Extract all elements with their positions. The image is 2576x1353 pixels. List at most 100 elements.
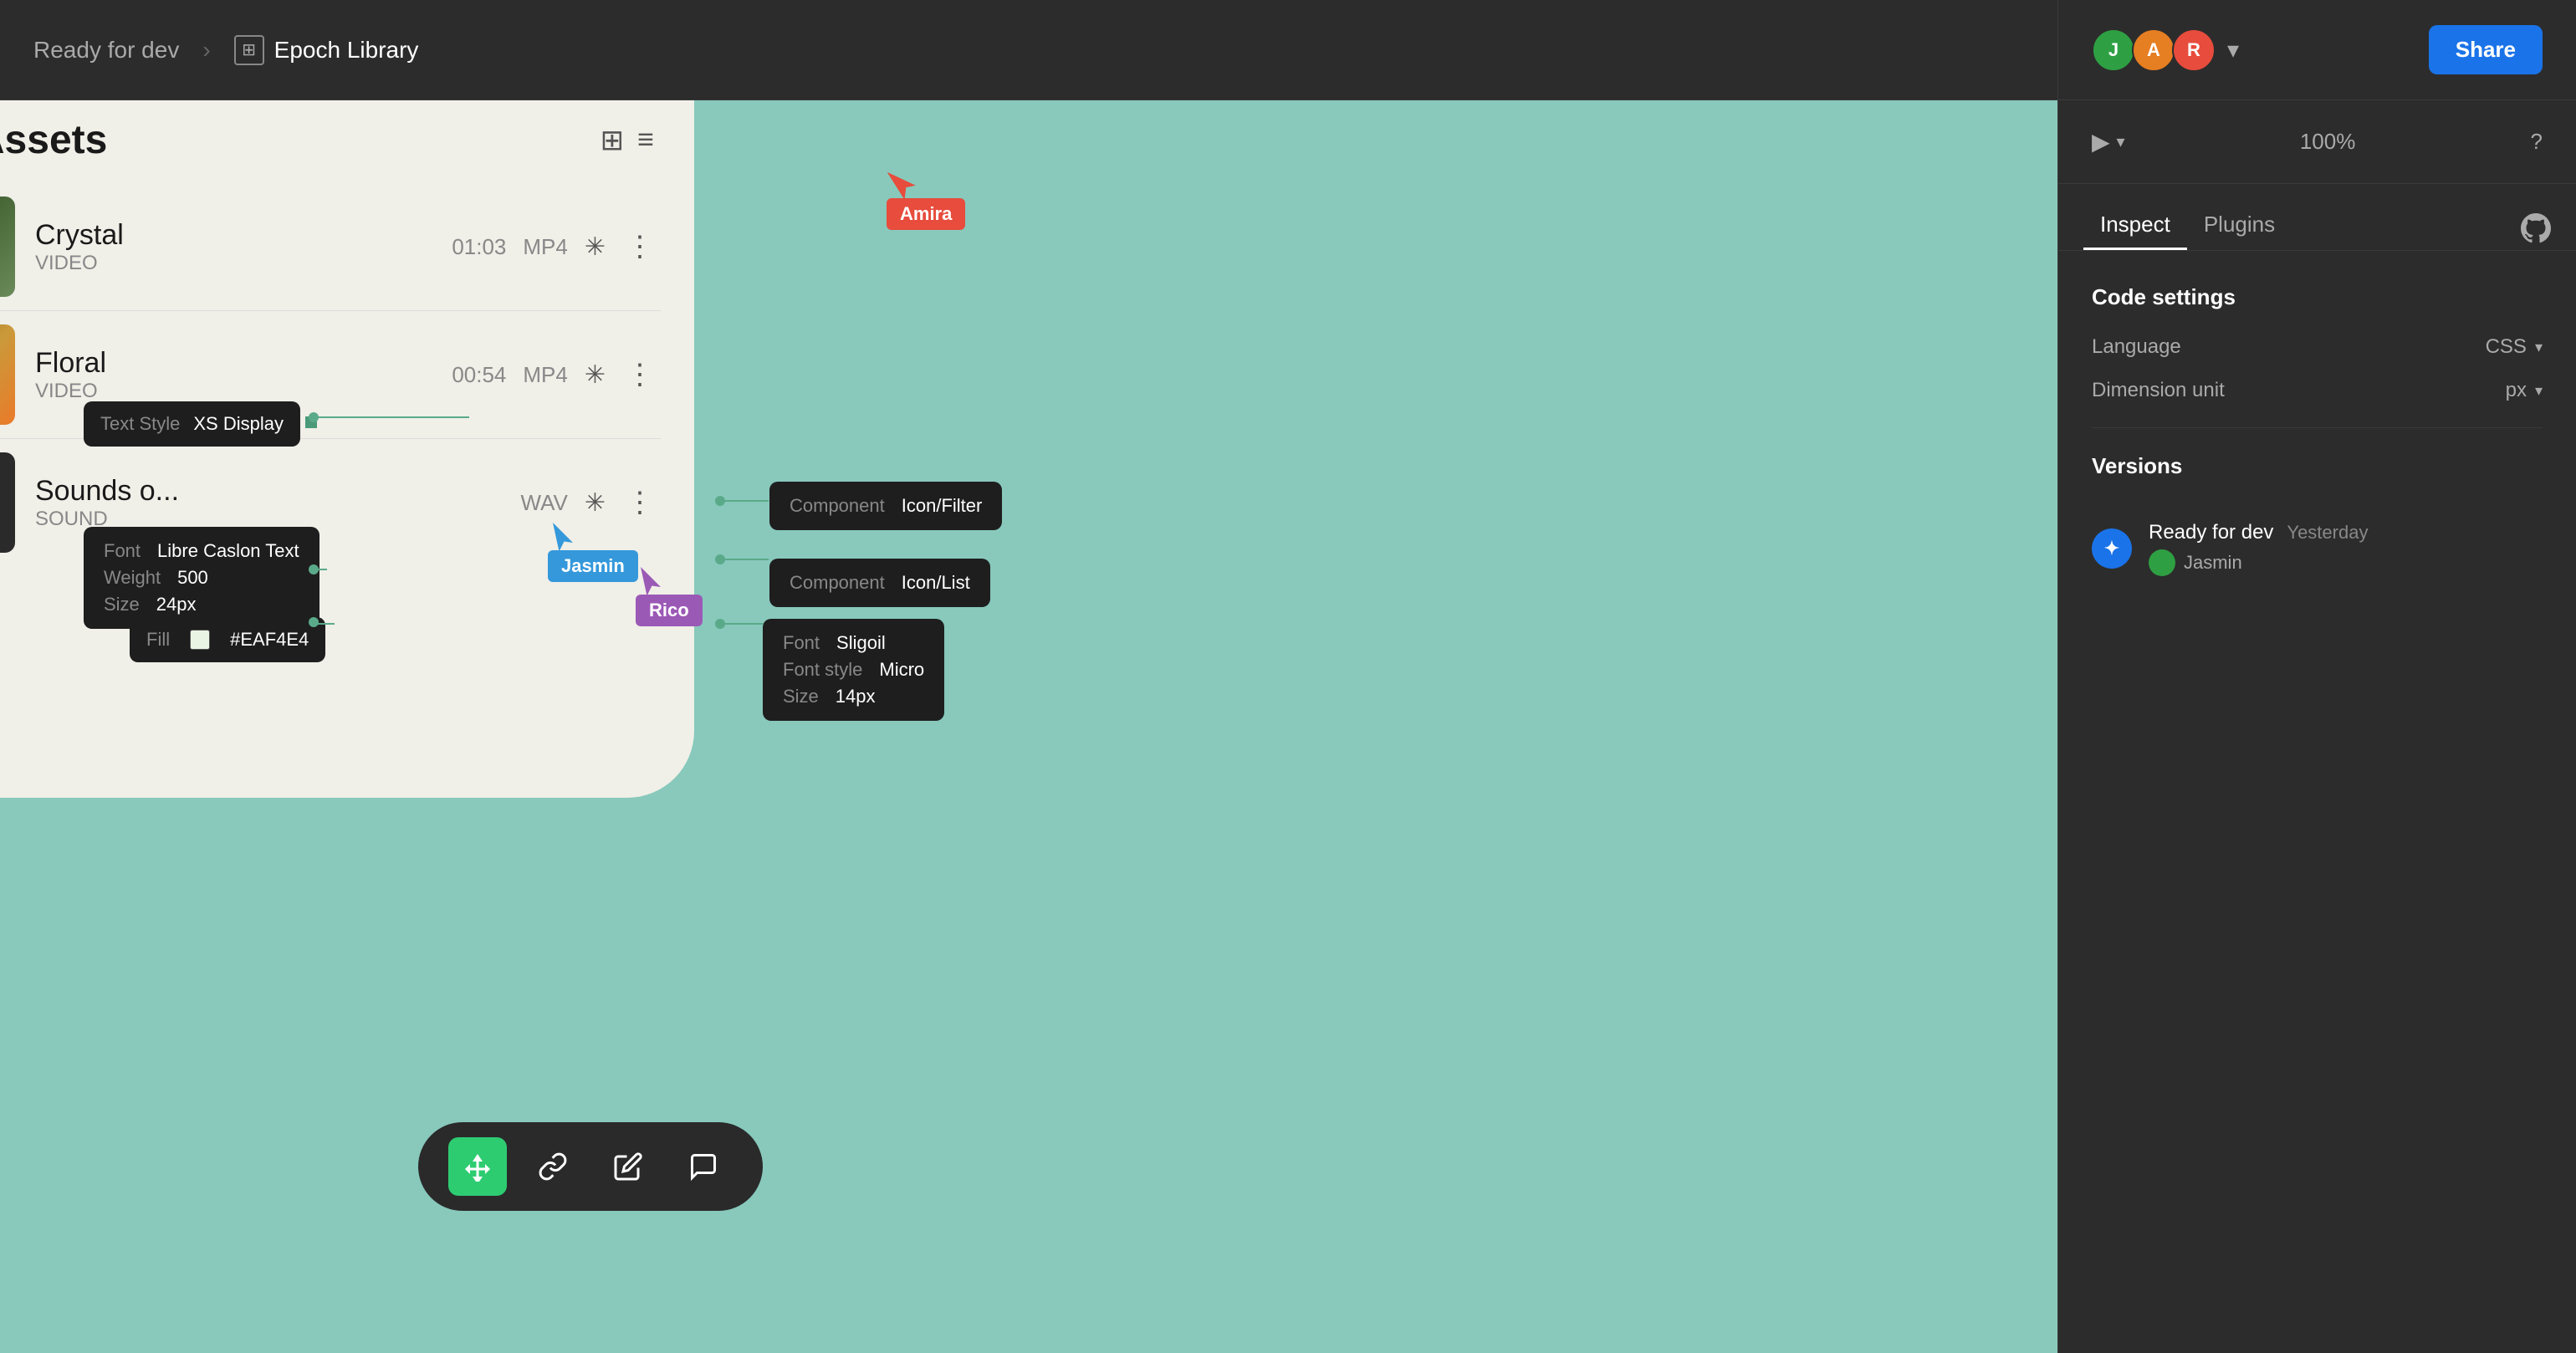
avatar-group: J A R ▾ (2092, 28, 2239, 72)
grid-view-icon[interactable]: ⊞ (601, 124, 625, 157)
page-title: ⊞ Epoch Library (234, 35, 419, 65)
toolbar-link-icon[interactable] (524, 1137, 582, 1196)
version-item: ✦ Ready for dev Yesterday Jasmin (2092, 504, 2543, 593)
zoom-level[interactable]: 100% (2300, 129, 2356, 155)
asset-format-sounds: WAV (521, 490, 568, 516)
language-label: Language (2092, 335, 2181, 359)
version-info: Ready for dev Yesterday Jasmin (2149, 521, 2543, 576)
text-style-annotation: Text Style XS Display (84, 401, 300, 447)
right-panel-controls: ▶ ▾ 100% ? (2058, 100, 2576, 184)
dimension-value[interactable]: px ▾ (2506, 379, 2543, 402)
phone-mockup: 9:41 📶 (0, 100, 694, 798)
github-icon[interactable] (2521, 213, 2551, 250)
font2-annotation: Font Sligoil Font style Micro Size 14px (763, 619, 944, 721)
asterisk-icon-crystal: ✳ (585, 232, 606, 262)
language-value-text: CSS (2486, 335, 2527, 359)
page-title-text: Epoch Library (274, 37, 419, 64)
grid-icon: ⊞ (242, 39, 256, 60)
toolbar-edit-icon[interactable] (599, 1137, 657, 1196)
dot-font2 (715, 619, 725, 629)
list-view-icon[interactable]: ≡ (637, 124, 654, 157)
cursor-jasmin-label: Jasmin (548, 550, 638, 582)
dot-font (309, 564, 319, 574)
cursor-jasmin: Jasmin (548, 523, 638, 582)
font-annotation: Font Libre Caslon Text Weight 500 Size 2… (84, 527, 319, 629)
font2-size-value: 14px (836, 686, 876, 707)
fill-value: #EAF4E4 (230, 629, 309, 651)
asset-thumb-crystal (0, 197, 15, 297)
asset-type-crystal: VIDEO (35, 252, 432, 275)
asset-info-sounds: Sounds o... SOUND (35, 475, 501, 531)
version-name: Ready for dev (2149, 521, 2273, 544)
assets-view-icons: ⊞ ≡ (601, 124, 654, 157)
cursor-amira: Amira (887, 167, 965, 230)
avatar-jasmin[interactable]: J (2092, 28, 2135, 72)
avatar-amira[interactable]: A (2132, 28, 2175, 72)
chevron-down-icon: ▾ (2535, 339, 2543, 356)
more-icon-sounds[interactable]: ⋮ (626, 486, 654, 519)
weight-value: 500 (177, 567, 208, 589)
tab-plugins[interactable]: Plugins (2187, 202, 2292, 250)
fill-color-swatch (190, 630, 210, 650)
size-value: 24px (156, 594, 197, 615)
more-icon-floral[interactable]: ⋮ (626, 358, 654, 391)
cursor-rico: Rico (636, 567, 703, 626)
help-button[interactable]: ? (2531, 129, 2543, 155)
divider (2092, 427, 2543, 428)
avatar-dropdown-icon[interactable]: ▾ (2227, 36, 2239, 64)
play-dropdown-icon: ▾ (2117, 131, 2125, 152)
toolbar-comment-icon[interactable] (674, 1137, 733, 1196)
breadcrumb-text[interactable]: Ready for dev (33, 37, 179, 64)
asterisk-icon-floral: ✳ (585, 360, 606, 390)
phone-frame: 9:41 📶 (0, 100, 694, 798)
asset-format-floral: MP4 (523, 362, 567, 388)
asset-meta-crystal: 01:03 MP4 ✳ (452, 232, 606, 262)
asset-meta-sounds: WAV ✳ (521, 488, 606, 518)
more-icon-crystal[interactable]: ⋮ (626, 230, 654, 263)
dot-text-style (309, 412, 319, 422)
fill-label: Fill (146, 629, 170, 651)
version-date: Yesterday (2287, 522, 2368, 544)
component-icon: ⊞ (234, 35, 264, 65)
font2-style-label: Font style (783, 659, 862, 681)
text-style-label: Text Style (100, 413, 180, 435)
assets-title: All Assets (0, 117, 107, 163)
topbar-left: Ready for dev › ⊞ Epoch Library (33, 35, 418, 65)
asset-name-floral: Floral (35, 347, 432, 380)
share-button[interactable]: Share (2429, 25, 2543, 74)
right-panel-top: J A R ▾ Share (2058, 0, 2576, 100)
dot-filter (715, 496, 725, 506)
font-label: Font (104, 540, 141, 562)
text-style-value: XS Display (193, 413, 284, 435)
dot-fill (309, 617, 319, 627)
comp-filter-value: Icon/Filter (902, 495, 983, 517)
font2-size-label: Size (783, 686, 819, 707)
cursor-rico-label: Rico (636, 595, 703, 626)
code-settings-title: Code settings (2092, 284, 2543, 310)
dimension-value-text: px (2506, 379, 2527, 402)
asset-duration-crystal: 01:03 (452, 234, 506, 260)
version-user: Jasmin (2149, 549, 2543, 576)
weight-label: Weight (104, 567, 161, 589)
asset-info-crystal: Crystal VIDEO (35, 219, 432, 275)
version-user-name: Jasmin (2184, 552, 2242, 574)
asset-type-floral: VIDEO (35, 380, 432, 403)
font-value: Libre Caslon Text (157, 540, 299, 562)
connector-line-text-style (310, 416, 469, 418)
canvas-area[interactable]: 9:41 📶 (0, 100, 2057, 1353)
asset-info-floral: Floral VIDEO (35, 347, 432, 403)
component-list-annotation: Component Icon/List (769, 559, 990, 607)
asset-name-sounds: Sounds o... (35, 475, 501, 508)
font2-value: Sligoil (836, 632, 886, 654)
tab-inspect[interactable]: Inspect (2083, 202, 2187, 250)
avatar-rico[interactable]: R (2172, 28, 2216, 72)
toolbar-move-icon[interactable] (448, 1137, 507, 1196)
version-user-avatar (2149, 549, 2175, 576)
dimension-label: Dimension unit (2092, 379, 2225, 402)
right-panel-tabs: Inspect Plugins (2058, 184, 2576, 251)
chevron-down-icon-2: ▾ (2535, 382, 2543, 400)
play-button[interactable]: ▶ ▾ (2092, 128, 2125, 156)
language-setting: Language CSS ▾ (2092, 335, 2543, 359)
language-value[interactable]: CSS ▾ (2486, 335, 2543, 359)
comp-list-value: Icon/List (902, 572, 970, 594)
